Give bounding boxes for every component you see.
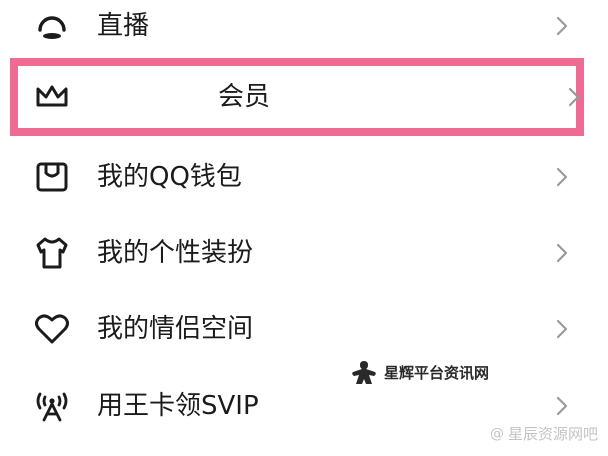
menu-item-personal-outfit[interactable]: 我的个性装扮 bbox=[0, 217, 608, 289]
at-symbol: @ bbox=[489, 425, 504, 442]
antenna-icon bbox=[30, 384, 74, 428]
settings-menu: 直播 会员 我的QQ钱包 我的个性装扮 我的情侣空间 用王卡领SVIP bbox=[0, 0, 608, 456]
wallet-icon bbox=[30, 155, 74, 199]
chevron-right-icon bbox=[552, 317, 572, 341]
menu-item-live[interactable]: 直播 bbox=[0, 0, 608, 62]
heart-icon bbox=[30, 307, 74, 351]
watermark-text: 星辉平台资讯网 bbox=[384, 363, 490, 382]
chevron-right-icon bbox=[552, 165, 572, 189]
chevron-right-icon bbox=[552, 241, 572, 265]
menu-item-label: 我的QQ钱包 bbox=[97, 162, 242, 192]
meeple-icon bbox=[350, 358, 378, 386]
footer-watermark: @ 星辰资源网吧 bbox=[490, 423, 598, 444]
chevron-right-icon bbox=[552, 14, 572, 38]
menu-item-label: 用王卡领SVIP bbox=[97, 391, 259, 421]
menu-item-vip[interactable]: 会员 bbox=[10, 58, 584, 136]
menu-item-label: 会员 bbox=[218, 82, 271, 112]
crown-icon bbox=[30, 75, 74, 119]
tshirt-icon bbox=[30, 231, 74, 275]
menu-item-couple-space[interactable]: 我的情侣空间 bbox=[0, 293, 608, 365]
watermark: 星辉平台资讯网 bbox=[350, 358, 489, 386]
chevron-right-icon bbox=[564, 85, 584, 109]
footer-watermark-text: 星辰资源网吧 bbox=[507, 425, 598, 443]
menu-item-label: 直播 bbox=[97, 11, 150, 41]
chevron-right-icon bbox=[552, 394, 572, 418]
menu-item-label: 我的情侣空间 bbox=[97, 314, 254, 344]
live-icon bbox=[30, 4, 74, 48]
menu-item-label: 我的个性装扮 bbox=[97, 238, 254, 268]
menu-item-qq-wallet[interactable]: 我的QQ钱包 bbox=[0, 141, 608, 213]
